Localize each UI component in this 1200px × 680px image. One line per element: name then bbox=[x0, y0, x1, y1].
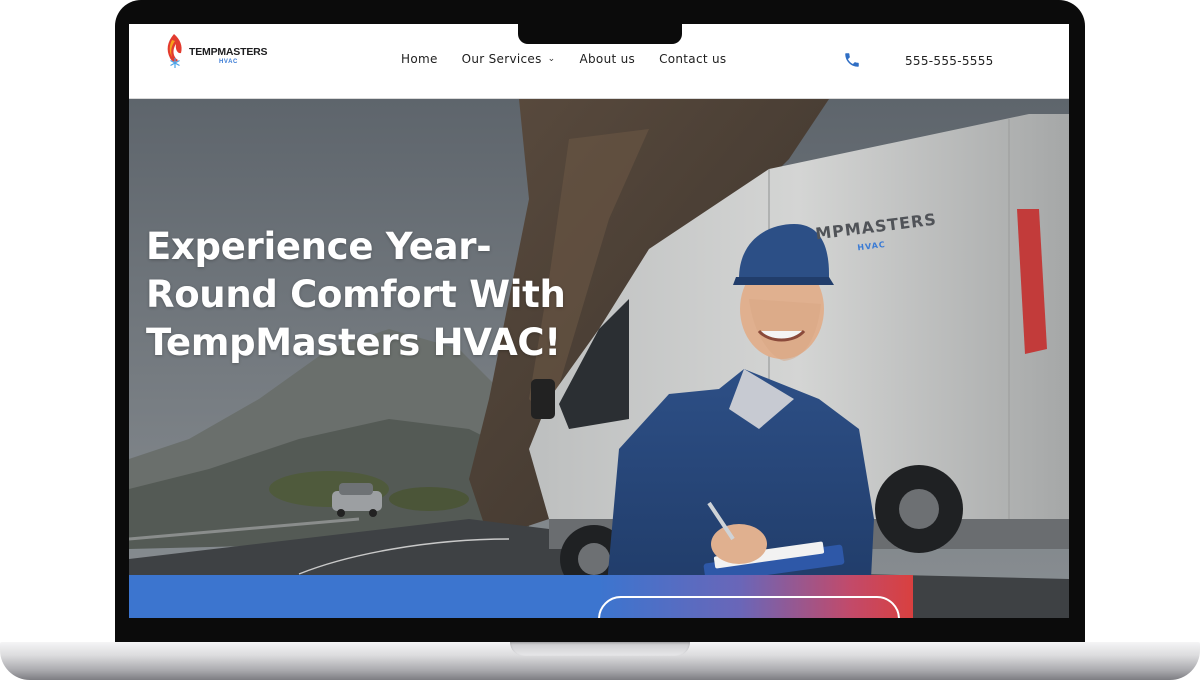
main-nav: Home Our Services ⌄ About us Contact us bbox=[401, 52, 750, 66]
chevron-down-icon: ⌄ bbox=[547, 54, 556, 64]
nav-contact-us-label: Contact us bbox=[659, 52, 727, 66]
hero-title: Experience Year-Round Comfort With TempM… bbox=[146, 225, 566, 364]
phone-number[interactable]: 555-555-5555 bbox=[905, 54, 994, 68]
cta-bar bbox=[129, 575, 913, 618]
nav-home-label: Home bbox=[401, 52, 438, 66]
nav-about-us-label: About us bbox=[579, 52, 636, 66]
nav-our-services-label: Our Services bbox=[461, 52, 542, 66]
cta-button[interactable] bbox=[598, 596, 900, 618]
logo-wordmark: TEMPMASTERS bbox=[189, 46, 268, 58]
nav-home[interactable]: Home bbox=[401, 52, 438, 66]
laptop-notch bbox=[518, 24, 682, 44]
site-logo[interactable]: TEMPMASTERS HVAC bbox=[163, 30, 283, 70]
phone-icon[interactable] bbox=[843, 51, 861, 69]
logo-subtitle: HVAC bbox=[219, 59, 238, 65]
nav-our-services[interactable]: Our Services ⌄ bbox=[462, 52, 556, 66]
hero-section: MPMASTERS HVAC Experience Year-Round Com… bbox=[129, 99, 1069, 618]
laptop-base-groove bbox=[510, 642, 690, 656]
nav-contact-us[interactable]: Contact us bbox=[659, 52, 726, 66]
nav-about-us[interactable]: About us bbox=[580, 52, 636, 66]
browser-viewport: TEMPMASTERS HVAC Home Our Services ⌄ Abo… bbox=[129, 24, 1069, 618]
flame-snowflake-icon bbox=[167, 34, 182, 68]
